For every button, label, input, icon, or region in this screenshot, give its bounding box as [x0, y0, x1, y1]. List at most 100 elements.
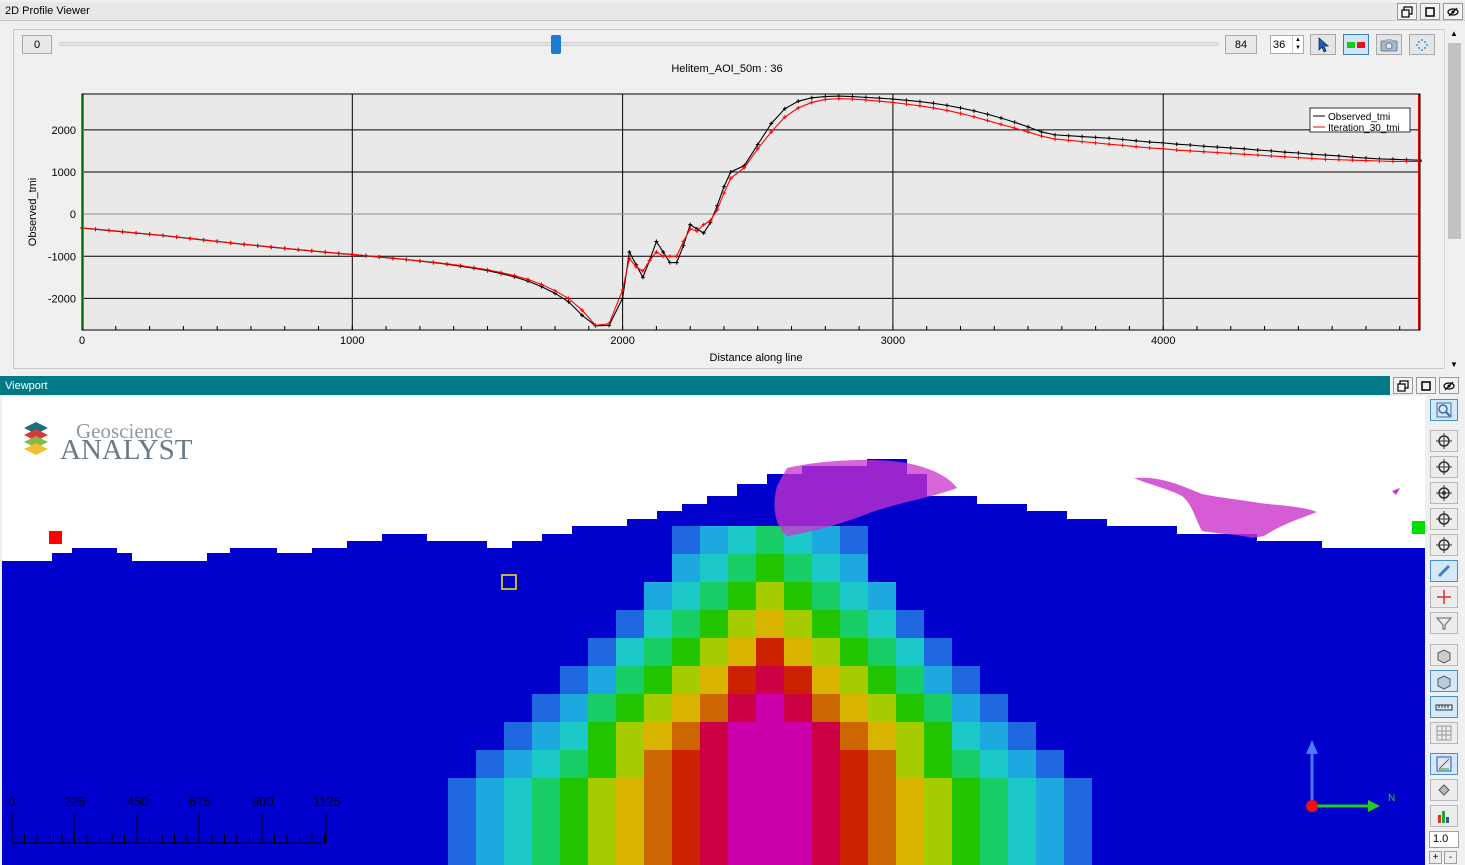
select-tool-button[interactable]: [1310, 34, 1336, 55]
axes-button[interactable]: [1430, 753, 1458, 775]
model-cell: [448, 806, 476, 834]
axes-icon: [1436, 756, 1452, 772]
ruler-button[interactable]: [1430, 696, 1458, 718]
model-cell: [756, 806, 784, 834]
model-cell: [812, 610, 840, 638]
model-cell: [672, 806, 700, 834]
zoom-factor-field[interactable]: 1.0: [1429, 831, 1459, 848]
profile-scroll-thumb[interactable]: [1448, 43, 1461, 239]
model-cell: [644, 806, 672, 834]
hide-panel-button[interactable]: [1443, 3, 1463, 20]
zoom-extent-icon: [1436, 402, 1452, 418]
model-cell: [728, 638, 756, 666]
model-cell: [784, 778, 812, 806]
paint-bucket-icon: [1438, 784, 1450, 796]
station-slider-handle[interactable]: [551, 35, 562, 54]
view-side-button[interactable]: [1430, 508, 1458, 530]
model-cell: [1064, 778, 1092, 806]
viewport-hide-button[interactable]: [1439, 377, 1459, 394]
viewport-maximize-button[interactable]: [1416, 377, 1436, 394]
section-plane-button[interactable]: [1430, 670, 1458, 692]
pick-tool-button[interactable]: [1430, 560, 1458, 582]
model-cell: [784, 554, 812, 582]
scale-label-4: 900: [252, 794, 274, 809]
model-cell: [644, 610, 672, 638]
model-cell: [896, 806, 924, 834]
model-cell: [952, 778, 980, 806]
viewport-float-button[interactable]: [1393, 377, 1413, 394]
zoom-out-button[interactable]: -: [1444, 851, 1457, 864]
grid-button[interactable]: [1430, 722, 1458, 744]
scroll-up-icon[interactable]: ▲: [1445, 29, 1463, 38]
model-cell: [448, 778, 476, 806]
north-label: N: [1388, 793, 1395, 804]
model-cell: [588, 834, 616, 862]
model-cell: [868, 666, 896, 694]
spin-arrows-icon[interactable]: ▲ ▼: [1292, 36, 1303, 53]
model-cell: [840, 722, 868, 750]
profile-panel: 0 84 36 ▲ ▼: [13, 29, 1450, 369]
model-cell: [616, 638, 644, 666]
model-cell: [784, 638, 812, 666]
model-cell: [924, 834, 952, 862]
filter-button[interactable]: [1430, 612, 1458, 634]
model-cell: [840, 778, 868, 806]
model-cell: [868, 722, 896, 750]
geoscience-analyst-logo: Geoscience ANALYST: [24, 419, 193, 466]
scroll-down-icon[interactable]: ▼: [1445, 360, 1463, 369]
model-cell: [672, 750, 700, 778]
station-slider-track[interactable]: [59, 42, 1219, 46]
view-center-button[interactable]: [1430, 482, 1458, 504]
model-cell: [644, 638, 672, 666]
view-top-button[interactable]: [1430, 430, 1458, 452]
model-cell: [560, 778, 588, 806]
view-front-button[interactable]: [1430, 456, 1458, 478]
model-cell: [644, 778, 672, 806]
viewport-3d-canvas[interactable]: 0 225 450 675 900 1125 N Geoscience ANAL…: [2, 396, 1425, 865]
zoom-extent-button[interactable]: [1430, 399, 1458, 421]
model-cell: [616, 666, 644, 694]
model-cell: [952, 722, 980, 750]
model-cell: [1064, 834, 1092, 862]
model-cell: [644, 750, 672, 778]
profile-scrollbar[interactable]: ▲ ▼: [1444, 29, 1463, 369]
model-cell: [756, 526, 784, 554]
paint-button[interactable]: [1430, 779, 1458, 801]
clip-box-button[interactable]: [1430, 644, 1458, 666]
end-marker: [1412, 521, 1425, 534]
legend-toggle-button[interactable]: [1343, 34, 1369, 55]
model-cell: [812, 554, 840, 582]
model-cell: [952, 806, 980, 834]
model-cell: [532, 806, 560, 834]
model-cell: [616, 610, 644, 638]
model-cell: [840, 666, 868, 694]
view-bottom-button[interactable]: [1430, 534, 1458, 556]
model-cell: [504, 778, 532, 806]
maximize-icon: [1421, 380, 1431, 391]
model-cell: [980, 834, 1008, 862]
model-cell: [588, 638, 616, 666]
maximize-panel-button[interactable]: [1420, 3, 1440, 20]
model-cell: [616, 806, 644, 834]
model-cell: [980, 722, 1008, 750]
model-cell: [784, 806, 812, 834]
model-cell: [700, 582, 728, 610]
model-cell: [812, 834, 840, 862]
scatter-toggle-button[interactable]: [1409, 34, 1435, 55]
screenshot-button[interactable]: [1376, 34, 1402, 55]
station-spinbox[interactable]: 36 ▲ ▼: [1270, 35, 1304, 54]
float-panel-button[interactable]: [1397, 3, 1417, 20]
colorbar-button[interactable]: [1430, 805, 1458, 827]
slider-max-label: 84: [1234, 38, 1248, 51]
crosshair-icon: [1436, 433, 1452, 449]
model-cell: [756, 694, 784, 722]
model-cell: [504, 722, 532, 750]
cursor-tool-button[interactable]: [1430, 586, 1458, 608]
viewport-titlebar: Viewport: [0, 376, 1390, 395]
zoom-in-button[interactable]: +: [1429, 851, 1442, 864]
model-cell: [868, 778, 896, 806]
model-section: 0 225 450 675 900 1125 N Geoscience ANAL…: [2, 419, 1425, 865]
model-cell: [560, 834, 588, 862]
model-cell: [756, 834, 784, 862]
model-cell: [728, 582, 756, 610]
